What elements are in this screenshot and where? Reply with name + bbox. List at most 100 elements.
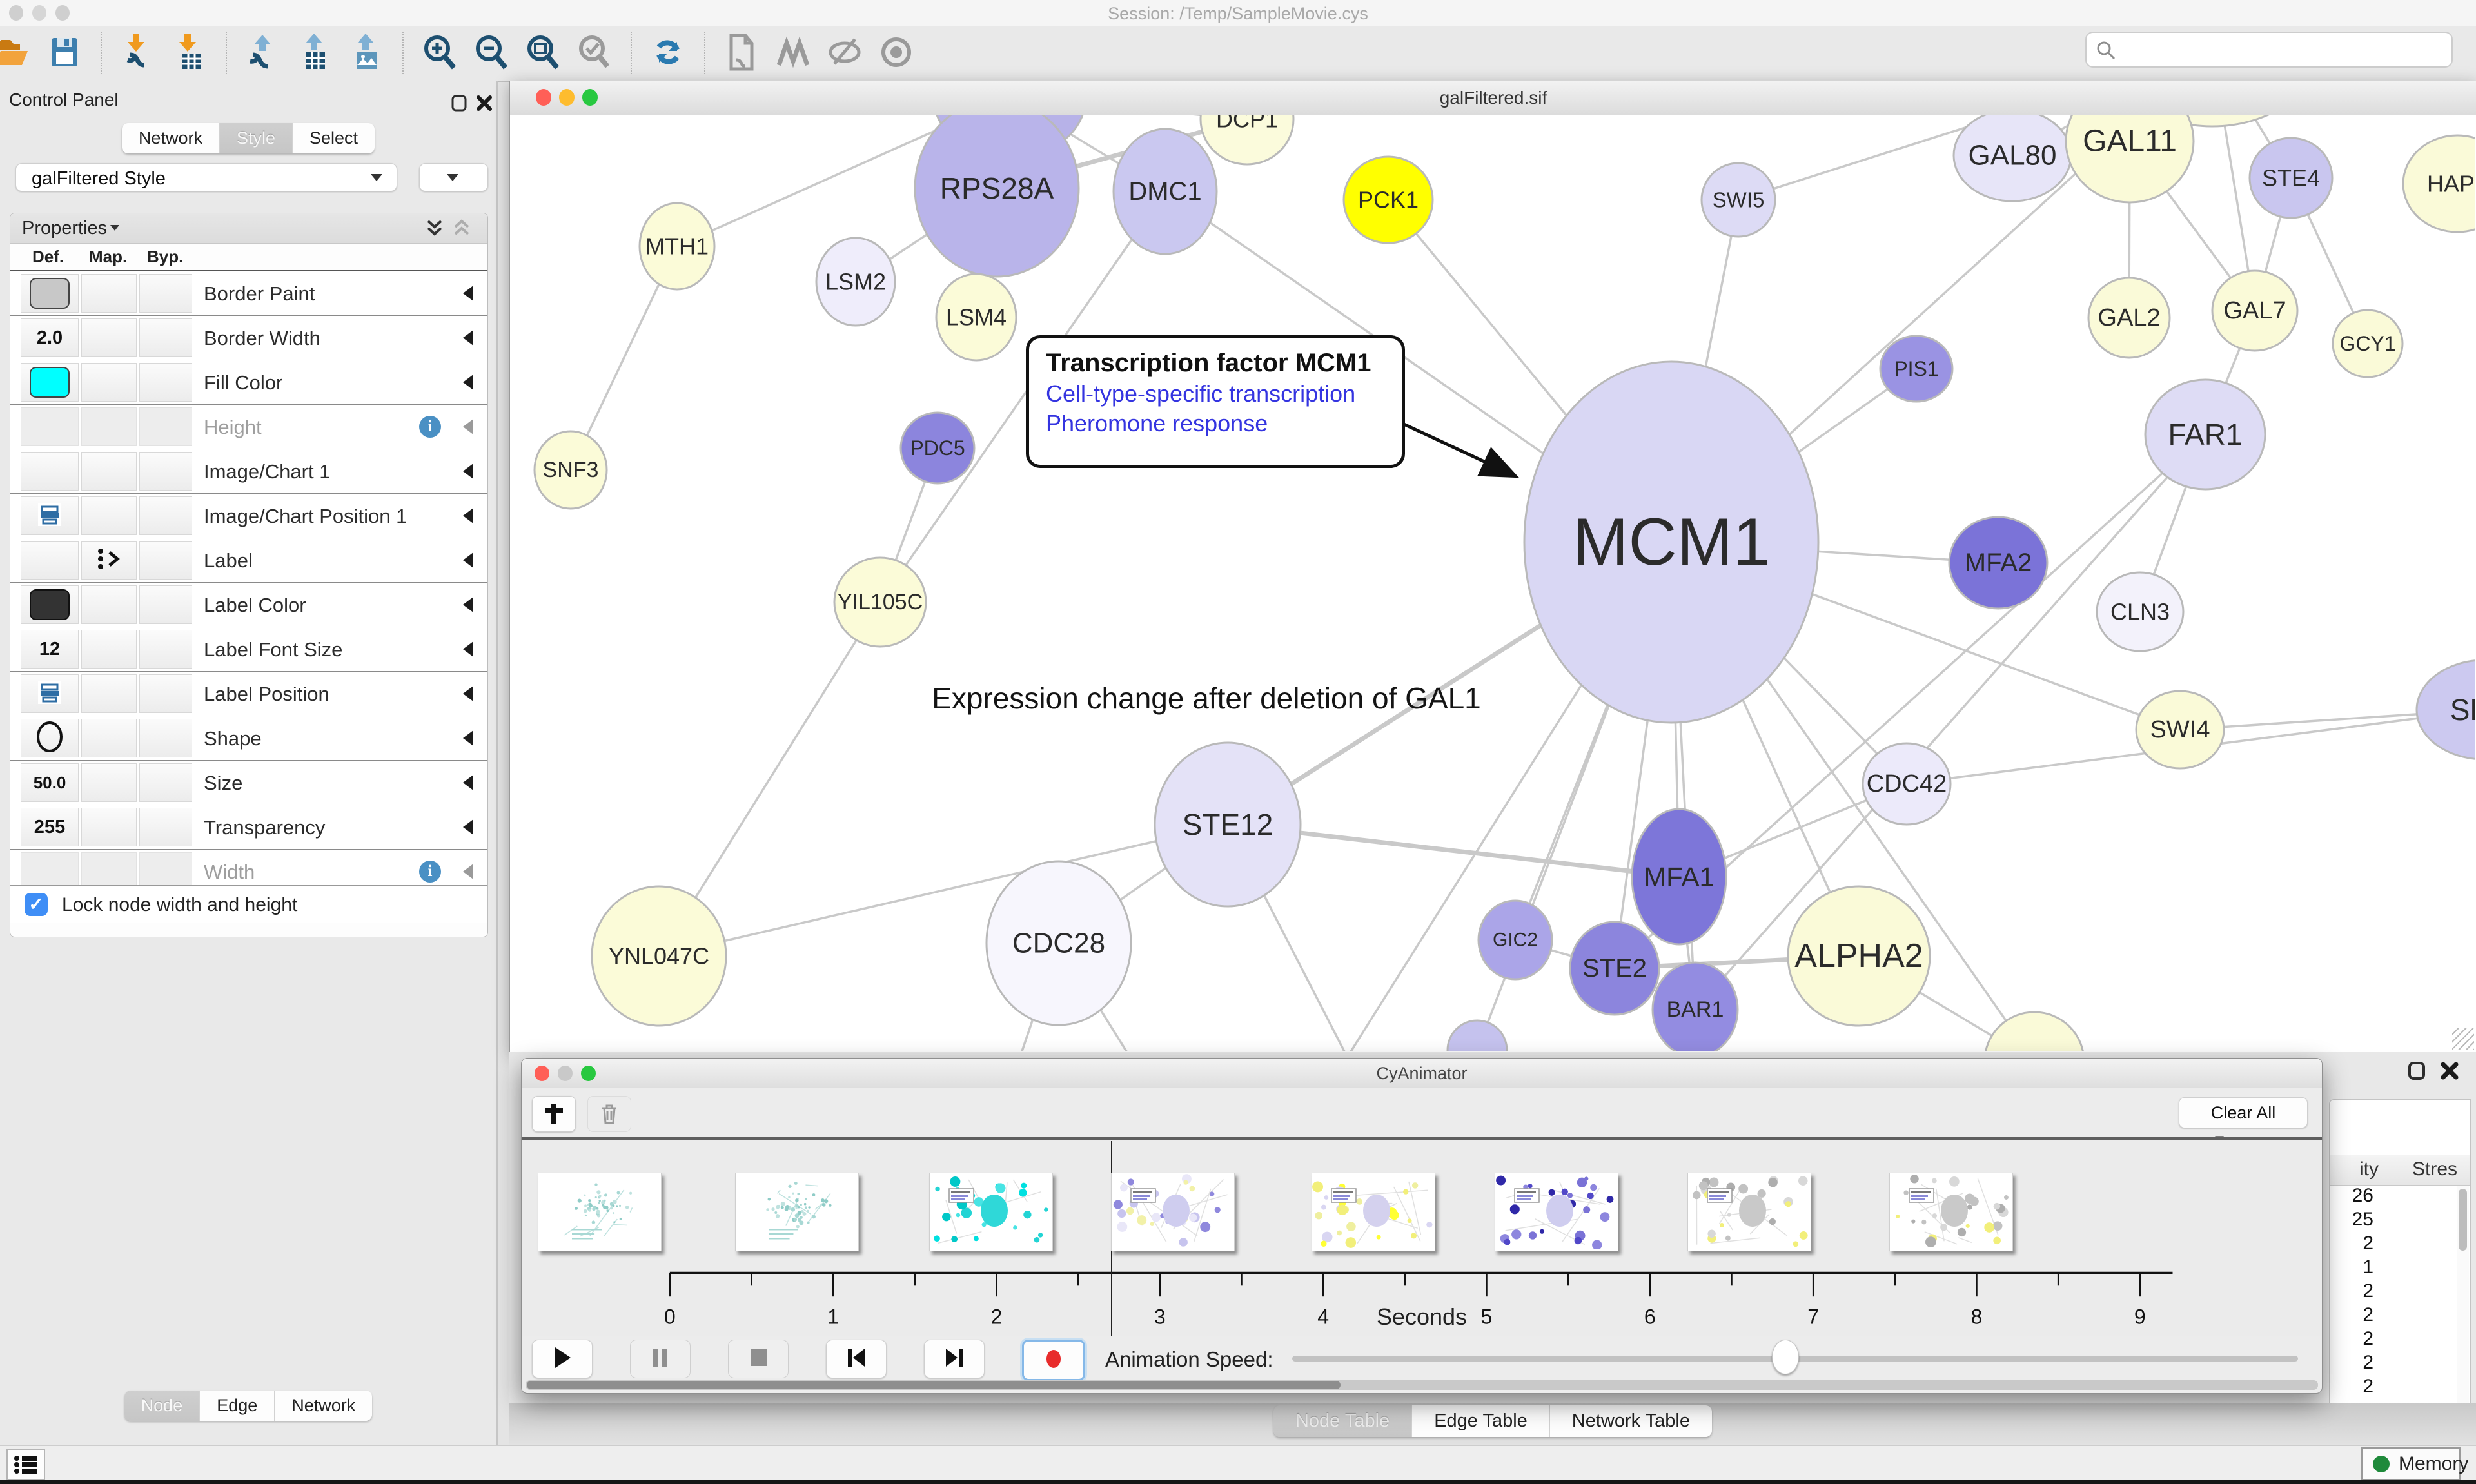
byp-cell[interactable] [139,274,192,313]
timeline-frame-4[interactable] [1111,1173,1235,1251]
float-panel-icon[interactable] [2406,1061,2428,1080]
play-button[interactable] [532,1340,593,1378]
node-ste2[interactable]: STE2 [1570,922,1659,1015]
def-cell[interactable] [21,407,79,446]
add-frame-button[interactable] [532,1096,576,1132]
expand-property-icon[interactable] [463,552,473,568]
skip-end-button[interactable] [924,1340,985,1378]
lock-checkbox[interactable]: ✓ [25,893,48,916]
info-icon[interactable]: i [419,416,441,438]
byp-cell[interactable] [139,541,192,580]
node-lsm2[interactable]: LSM2 [816,238,895,326]
style-options-button[interactable] [419,163,488,191]
node-gcy1[interactable]: GCY1 [2333,310,2402,377]
node-swi4[interactable]: SWI4 [2136,691,2224,768]
zoom-out-button[interactable] [471,33,512,74]
byp-cell[interactable] [139,763,192,802]
node-mth1[interactable]: MTH1 [640,203,714,289]
node-ste4[interactable]: STE4 [2250,138,2332,218]
node-dmc1[interactable]: DMC1 [1114,129,1217,254]
node-alpha2[interactable]: ALPHA2 [1788,886,1930,1026]
import-table-button[interactable] [169,33,210,74]
property-row-size[interactable]: 50.0Size [10,760,487,805]
node-mfa2[interactable]: MFA2 [1949,517,2047,609]
table-header[interactable]: ity Stres [2330,1155,2470,1186]
show-eye-button[interactable] [876,33,917,74]
def-cell[interactable] [21,452,79,491]
expand-property-icon[interactable] [463,464,473,479]
style-selector[interactable]: galFiltered Style [15,163,397,191]
node-slt2[interactable]: SLT2 [2417,660,2475,759]
timeline-frame-2[interactable] [735,1173,859,1251]
def-cell[interactable] [21,363,79,402]
export-image-button[interactable] [346,33,387,74]
expand-property-icon[interactable] [463,330,473,346]
expand-property-icon[interactable] [463,375,473,390]
collapse-all-icon[interactable] [450,217,473,240]
map-cell[interactable] [81,808,137,846]
network-file-button[interactable] [721,33,762,74]
node-smallcut[interactable] [1448,1020,1507,1051]
byp-cell[interactable] [139,630,192,669]
zoom-selected-button[interactable] [574,33,615,74]
tab-network-table[interactable]: Network Table [1550,1405,1712,1437]
def-cell[interactable] [21,585,79,624]
map-cell[interactable] [81,630,137,669]
def-cell[interactable] [21,496,79,535]
export-network-button[interactable] [242,33,284,74]
def-cell[interactable]: 2.0 [21,318,79,357]
annotation-link[interactable]: Cell-type-specific transcription [1046,380,1402,407]
def-cell[interactable] [21,719,79,757]
map-cell[interactable] [81,363,137,402]
stop-button[interactable] [728,1340,789,1378]
cyanimator-titlebar[interactable]: CyAnimator [522,1059,2322,1089]
byp-cell[interactable] [139,585,192,624]
map-cell[interactable] [81,763,137,802]
table-cell[interactable]: 1 [2330,1256,2452,1280]
def-cell[interactable] [21,674,79,713]
byp-cell[interactable] [139,452,192,491]
map-cell[interactable] [81,674,137,713]
timeline-frame-1[interactable] [538,1173,662,1251]
node-ste12[interactable]: STE12 [1155,743,1301,906]
node-pck1[interactable]: PCK1 [1344,157,1433,243]
expand-property-icon[interactable] [463,864,473,879]
table-cell[interactable]: 26 [2330,1185,2452,1209]
node-snf3[interactable]: SNF3 [535,431,607,509]
expand-property-icon[interactable] [463,286,473,301]
open-folder-button[interactable] [0,33,34,74]
map-cell[interactable] [81,452,137,491]
map-cell[interactable] [81,719,137,757]
tab-network[interactable]: Network [122,123,220,153]
timeline-frame-5[interactable] [1312,1173,1435,1251]
tab-network[interactable]: Network [275,1391,372,1421]
map-cell[interactable] [81,496,137,535]
byp-cell[interactable] [139,719,192,757]
expand-property-icon[interactable] [463,730,473,746]
table-cell[interactable]: 2 [2330,1233,2452,1256]
timeline-frame-3[interactable] [929,1173,1053,1251]
float-panel-icon[interactable] [450,93,469,113]
speed-slider-handle[interactable] [1772,1340,1799,1374]
expand-property-icon[interactable] [463,419,473,434]
table-scrollbar[interactable] [2457,1186,2469,1412]
expand-property-icon[interactable] [463,686,473,701]
node-dcp1[interactable]: DCP1 [1201,115,1293,164]
property-row-label-color[interactable]: Label Color [10,582,487,627]
property-row-border-width[interactable]: 2.0Border Width [10,315,487,360]
node-gal11[interactable]: GAL11 [2066,115,2194,202]
info-icon[interactable]: i [419,861,441,883]
import-network-button[interactable] [117,33,159,74]
expand-property-icon[interactable] [463,641,473,657]
table-cell[interactable]: 2 [2330,1352,2452,1376]
byp-cell[interactable] [139,407,192,446]
node-pdc5[interactable]: PDC5 [901,413,974,483]
property-row-image-chart-position-1[interactable]: Image/Chart Position 1 [10,493,487,538]
search-input[interactable] [2085,32,2453,68]
hide-eye-button[interactable] [824,33,865,74]
property-row-label-font-size[interactable]: 12Label Font Size [10,627,487,671]
save-button[interactable] [44,33,85,74]
close-panel-icon[interactable] [2440,1061,2459,1080]
table-cell[interactable]: 25 [2330,1209,2452,1233]
annotation-box[interactable]: Transcription factor MCM1 Cell-type-spec… [1026,335,1405,468]
